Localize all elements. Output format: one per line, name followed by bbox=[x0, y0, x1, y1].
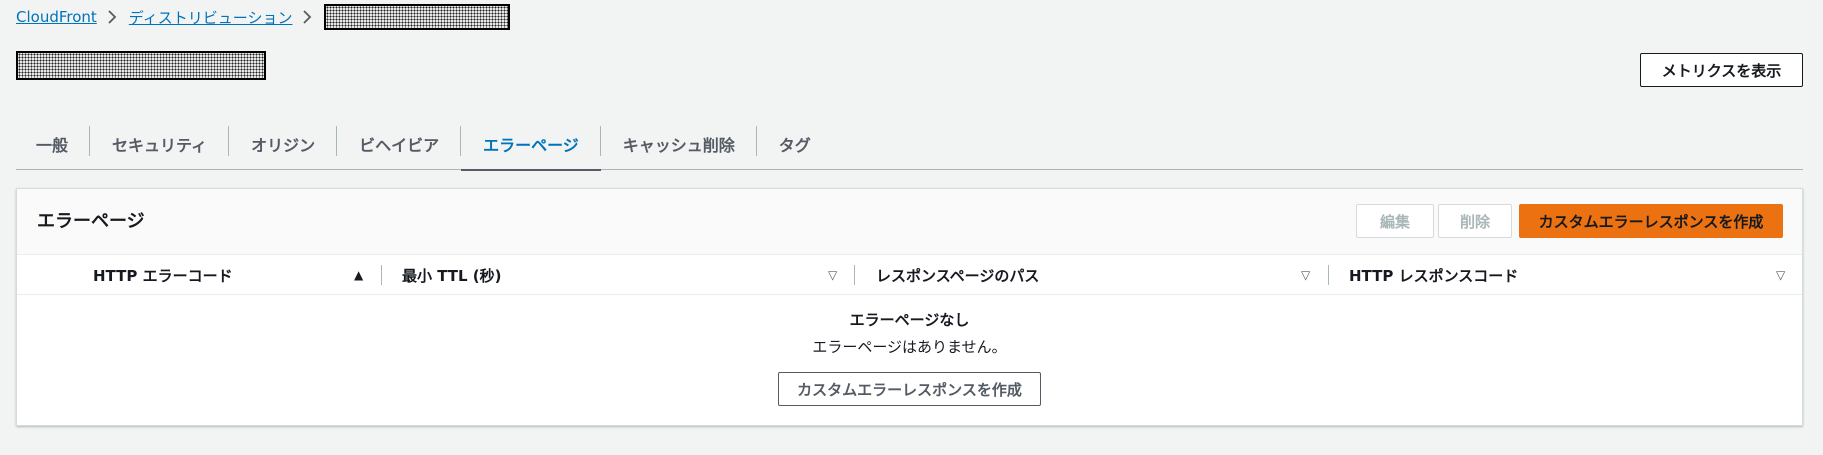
column-divider[interactable] bbox=[1328, 265, 1329, 285]
caret-up-icon[interactable]: ▲ bbox=[354, 255, 363, 295]
empty-state-description: エラーページはありません。 bbox=[812, 338, 1007, 356]
column-divider[interactable] bbox=[854, 265, 855, 285]
column-header-http-error-code[interactable]: HTTP エラーコード bbox=[93, 255, 233, 295]
empty-state: エラーページなし エラーページはありません。 カスタムエラーレスポンスを作成 bbox=[17, 295, 1802, 425]
breadcrumb-link-cloudfront[interactable]: CloudFront bbox=[16, 8, 97, 26]
edit-button[interactable]: 編集 bbox=[1356, 204, 1434, 238]
breadcrumb-current-redacted bbox=[324, 4, 511, 30]
page-title-redacted bbox=[16, 51, 266, 80]
tab-origins[interactable]: オリジン bbox=[229, 118, 338, 170]
column-header-min-ttl[interactable]: 最小 TTL (秒) bbox=[402, 255, 502, 295]
column-divider[interactable] bbox=[381, 265, 382, 285]
tab-label: エラーページ bbox=[483, 136, 579, 155]
tab-label: キャッシュ削除 bbox=[622, 136, 735, 155]
tab-label: セキュリティ bbox=[112, 136, 208, 155]
breadcrumb-link-distributions[interactable]: ディストリビューション bbox=[129, 7, 293, 28]
tab-security[interactable]: セキュリティ bbox=[90, 118, 230, 170]
tab-label: 一般 bbox=[36, 136, 69, 155]
delete-button[interactable]: 削除 bbox=[1438, 204, 1512, 238]
tab-general[interactable]: 一般 bbox=[16, 118, 91, 170]
column-header-http-response-code[interactable]: HTTP レスポンスコード bbox=[1349, 255, 1518, 295]
tab-behaviors[interactable]: ビヘイビア bbox=[337, 118, 462, 170]
tab-error-pages[interactable]: エラーページ bbox=[461, 118, 601, 171]
tab-list: 一般 セキュリティ オリジン ビヘイビア エラーページ キャッシュ削除 タグ bbox=[16, 118, 1803, 171]
table-header: HTTP エラーコード ▲ 最小 TTL (秒) ▽ レスポンスページのパス ▽… bbox=[17, 255, 1802, 295]
chevron-right-icon bbox=[107, 10, 117, 24]
caret-down-outline-icon[interactable]: ▽ bbox=[828, 255, 837, 295]
view-metrics-button[interactable]: メトリクスを表示 bbox=[1640, 53, 1803, 87]
empty-state-title: エラーページなし bbox=[849, 311, 970, 329]
tab-invalidations[interactable]: キャッシュ削除 bbox=[601, 118, 757, 170]
error-pages-panel: エラーページ 編集 削除 カスタムエラーレスポンスを作成 HTTP エラーコード… bbox=[16, 188, 1803, 426]
panel-header: エラーページ 編集 削除 カスタムエラーレスポンスを作成 bbox=[17, 189, 1802, 255]
breadcrumb: CloudFront ディストリビューション bbox=[16, 4, 511, 30]
tab-label: オリジン bbox=[251, 136, 316, 155]
tab-label: タグ bbox=[778, 136, 811, 155]
column-header-response-page-path[interactable]: レスポンスページのパス bbox=[876, 255, 1039, 295]
empty-create-custom-error-response-button[interactable]: カスタムエラーレスポンスを作成 bbox=[778, 372, 1041, 406]
caret-down-outline-icon[interactable]: ▽ bbox=[1301, 255, 1310, 295]
panel-title: エラーページ bbox=[37, 211, 145, 232]
create-custom-error-response-button[interactable]: カスタムエラーレスポンスを作成 bbox=[1519, 204, 1783, 238]
chevron-right-icon bbox=[302, 10, 312, 24]
tab-tags[interactable]: タグ bbox=[757, 118, 833, 170]
caret-down-outline-icon[interactable]: ▽ bbox=[1776, 255, 1785, 295]
page: CloudFront ディストリビューション メトリクスを表示 一般 セキュリテ… bbox=[0, 0, 1823, 455]
tab-label: ビヘイビア bbox=[359, 136, 440, 155]
